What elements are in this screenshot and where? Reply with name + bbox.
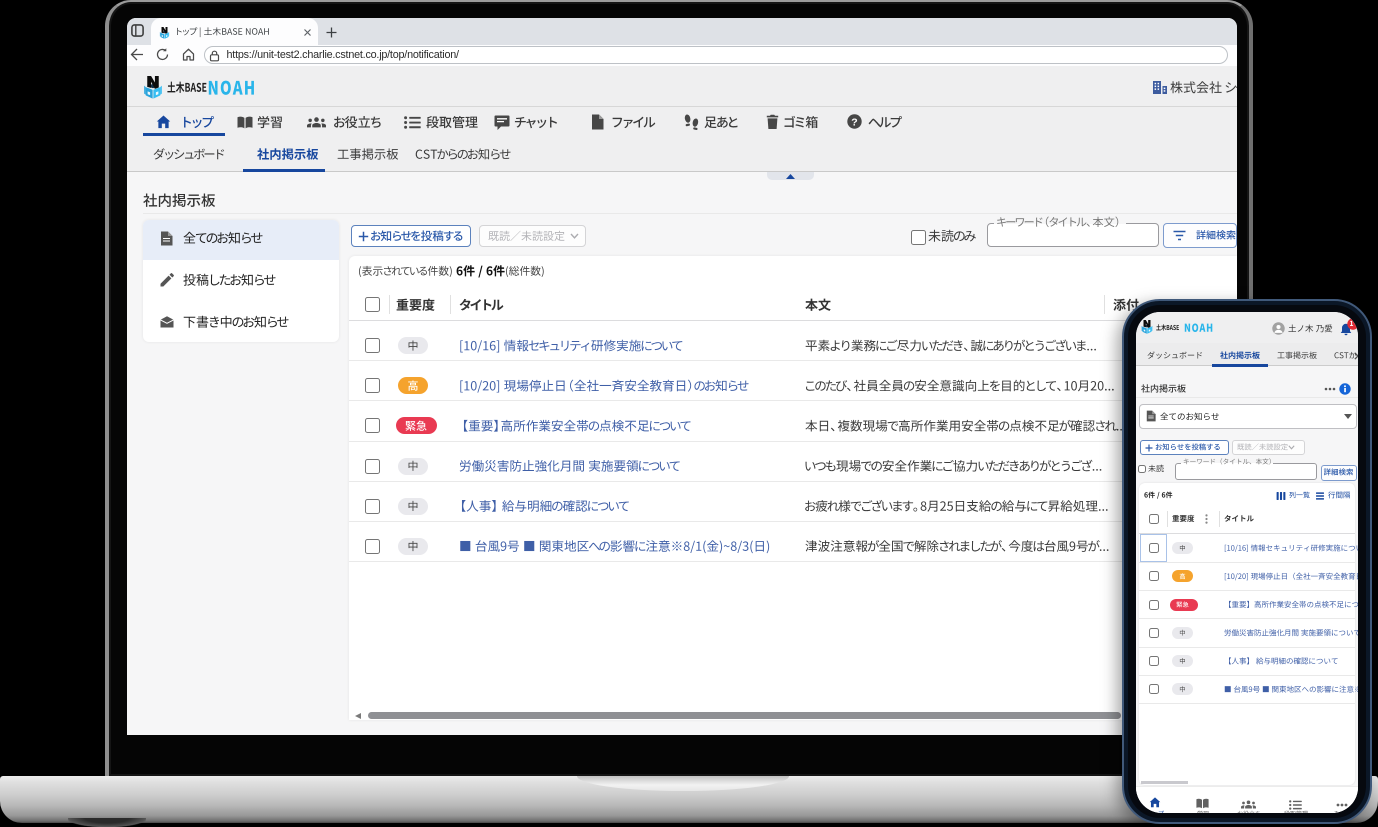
svg-text:?: ? xyxy=(851,116,857,128)
